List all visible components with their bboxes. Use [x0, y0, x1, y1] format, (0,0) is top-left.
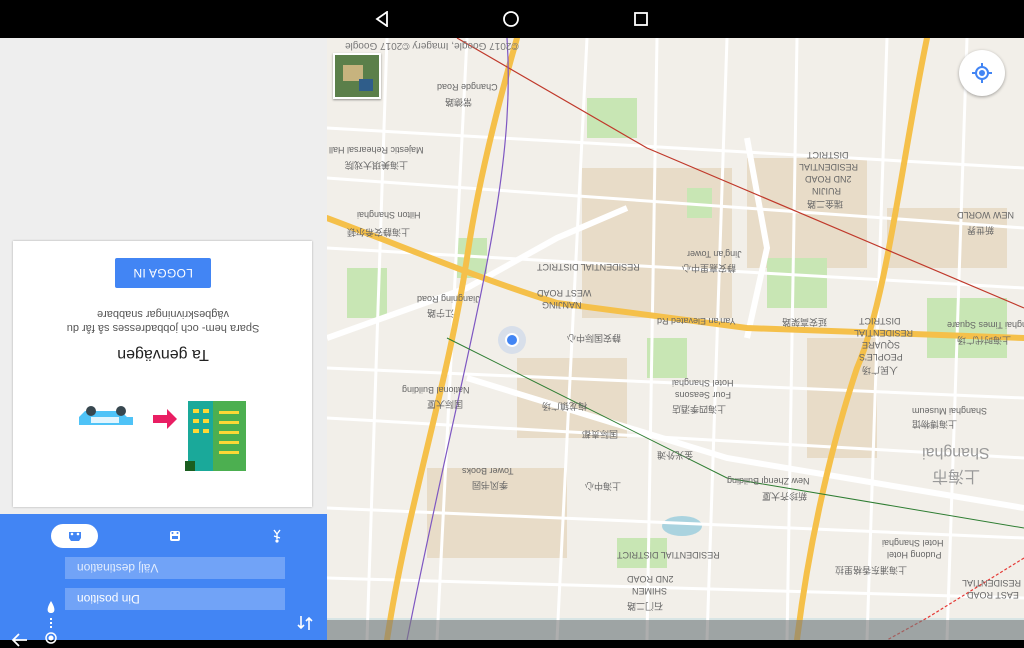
map-label: 常德路: [445, 97, 473, 107]
map-label: 2ND ROAD: [627, 574, 674, 584]
map-label: National Building: [402, 385, 470, 395]
map-label: 上海美琪大戏院: [345, 160, 409, 170]
map-label: Pudong Hotel: [887, 550, 942, 560]
map-label: 金光外滩: [657, 450, 694, 460]
home-work-illustration-icon: [79, 401, 246, 471]
map-label: 上海博物馆: [912, 419, 958, 429]
map-label: Shanghai Times Square: [947, 320, 1024, 330]
map-label: RESIDENTIAL: [962, 578, 1022, 588]
map-label: Jing'an Tower: [687, 249, 742, 259]
directions-panel: Välj destination Din position: [0, 514, 327, 647]
map-label: SQUARE: [862, 340, 901, 350]
login-button[interactable]: LOGGA IN: [115, 258, 211, 288]
map-label: RESIDENTIAL DISTRICT: [537, 262, 640, 272]
map-label: Hilton Shanghai: [357, 210, 421, 220]
map-label: Shanghai Museum: [912, 406, 988, 416]
route-dots: [50, 618, 54, 628]
map-label: 静安国际中心: [567, 333, 622, 343]
map-label: 上海四季酒店: [672, 404, 727, 414]
map-label: SHIMEN: [632, 586, 668, 596]
my-location-icon: [972, 63, 992, 83]
map-label: Yan'an Elevated Rd: [657, 316, 736, 326]
map-label: 上海静安希尔顿: [347, 227, 411, 237]
map-label: Tower Books: [462, 466, 514, 476]
satellite-layer-toggle[interactable]: [333, 53, 381, 99]
walk-icon: [273, 529, 281, 543]
map-label: 瑞金二路: [807, 199, 844, 209]
origin-input[interactable]: Din position: [65, 588, 285, 610]
map-city-label: 上海市: [932, 467, 981, 484]
my-location-button[interactable]: [959, 50, 1005, 96]
map-label: 梅龙镇广场: [542, 401, 588, 411]
map-label: DISTRICT: [859, 316, 901, 326]
map-label: 延安高架路: [782, 317, 828, 327]
map-label: Hotel Shanghai: [882, 538, 944, 548]
map-bottom-bar: [327, 620, 1024, 640]
side-panel: LOGGA IN Spara hem- och jobbadresses så …: [0, 38, 327, 647]
back-triangle-icon[interactable]: [369, 6, 395, 32]
map-label: Hotel Shanghai: [672, 378, 734, 388]
home-circle-icon[interactable]: [498, 6, 524, 32]
card-title: Ta genvägen: [117, 346, 209, 363]
map-label: 江宁路: [427, 308, 455, 318]
map-copyright: ©2017 Google, Imagery ©2017 Google: [345, 40, 519, 51]
mode-car-tab[interactable]: [51, 524, 98, 548]
car-icon: [68, 532, 81, 541]
map-label: 上海中心: [585, 481, 622, 491]
map-label: RUIJIN: [812, 186, 841, 196]
map-label: 国际大厦: [427, 399, 464, 409]
destination-pin-icon: [47, 601, 55, 613]
map-label: RESIDENTIAL: [799, 162, 859, 172]
map-label: 人民广场: [862, 365, 899, 375]
map-label: 国际贵都: [582, 429, 619, 439]
map-label: RESIDENTIAL: [854, 328, 914, 338]
swap-vert-icon[interactable]: [297, 614, 313, 632]
map-city-label: Shanghai: [922, 444, 990, 461]
map-label: Majestic Rehearsal Hall: [329, 145, 424, 155]
map-label: Changde Road: [437, 82, 498, 92]
mode-transit-tab[interactable]: [160, 524, 190, 548]
map-label: 上海时代广场: [957, 335, 1012, 345]
map-label: 2ND ROAD: [805, 174, 852, 184]
map-label: 石门二路: [627, 601, 664, 611]
map-label: 新珍齐大厦: [762, 491, 808, 501]
origin-dot-icon: [45, 632, 57, 644]
map-label: NEW WORLD: [957, 210, 1014, 220]
map-label: EAST ROAD: [967, 590, 1019, 600]
map-label: RESIDENTIAL DISTRICT: [617, 550, 720, 560]
map-label: Four Seasons: [675, 390, 732, 400]
system-nav-bar: [0, 0, 1024, 38]
destination-input[interactable]: Välj destination: [65, 557, 285, 579]
card-subtitle: Spara hem- och jobbadresses så får du vä…: [66, 308, 260, 334]
map-label: 上海浦东香格里拉: [835, 565, 908, 575]
arrow-back-icon[interactable]: [11, 632, 29, 648]
map-label: WEST ROAD: [537, 288, 592, 298]
map-label: PEOPLE'S: [859, 352, 903, 362]
satellite-thumbnail-icon: [335, 55, 379, 97]
recents-square-icon[interactable]: [628, 6, 654, 32]
map-label: New Zhenqi Building: [727, 476, 810, 486]
map-view[interactable]: Hilton Shanghai 上海静安希尔顿 Majestic Rehearsal…: [327, 38, 1024, 640]
map-label: 静安嘉里中心: [682, 263, 737, 273]
transit-icon: [170, 530, 180, 541]
map-label: 新世界: [967, 225, 995, 235]
map-label: DISTRICT: [807, 150, 849, 160]
map-label: Jiangning Road: [417, 294, 480, 304]
map-label: NANJING: [542, 300, 582, 310]
shortcut-card: LOGGA IN Spara hem- och jobbadresses så …: [13, 241, 312, 507]
mode-walk-tab[interactable]: [262, 524, 292, 548]
map-label: 季风书园: [472, 480, 509, 490]
